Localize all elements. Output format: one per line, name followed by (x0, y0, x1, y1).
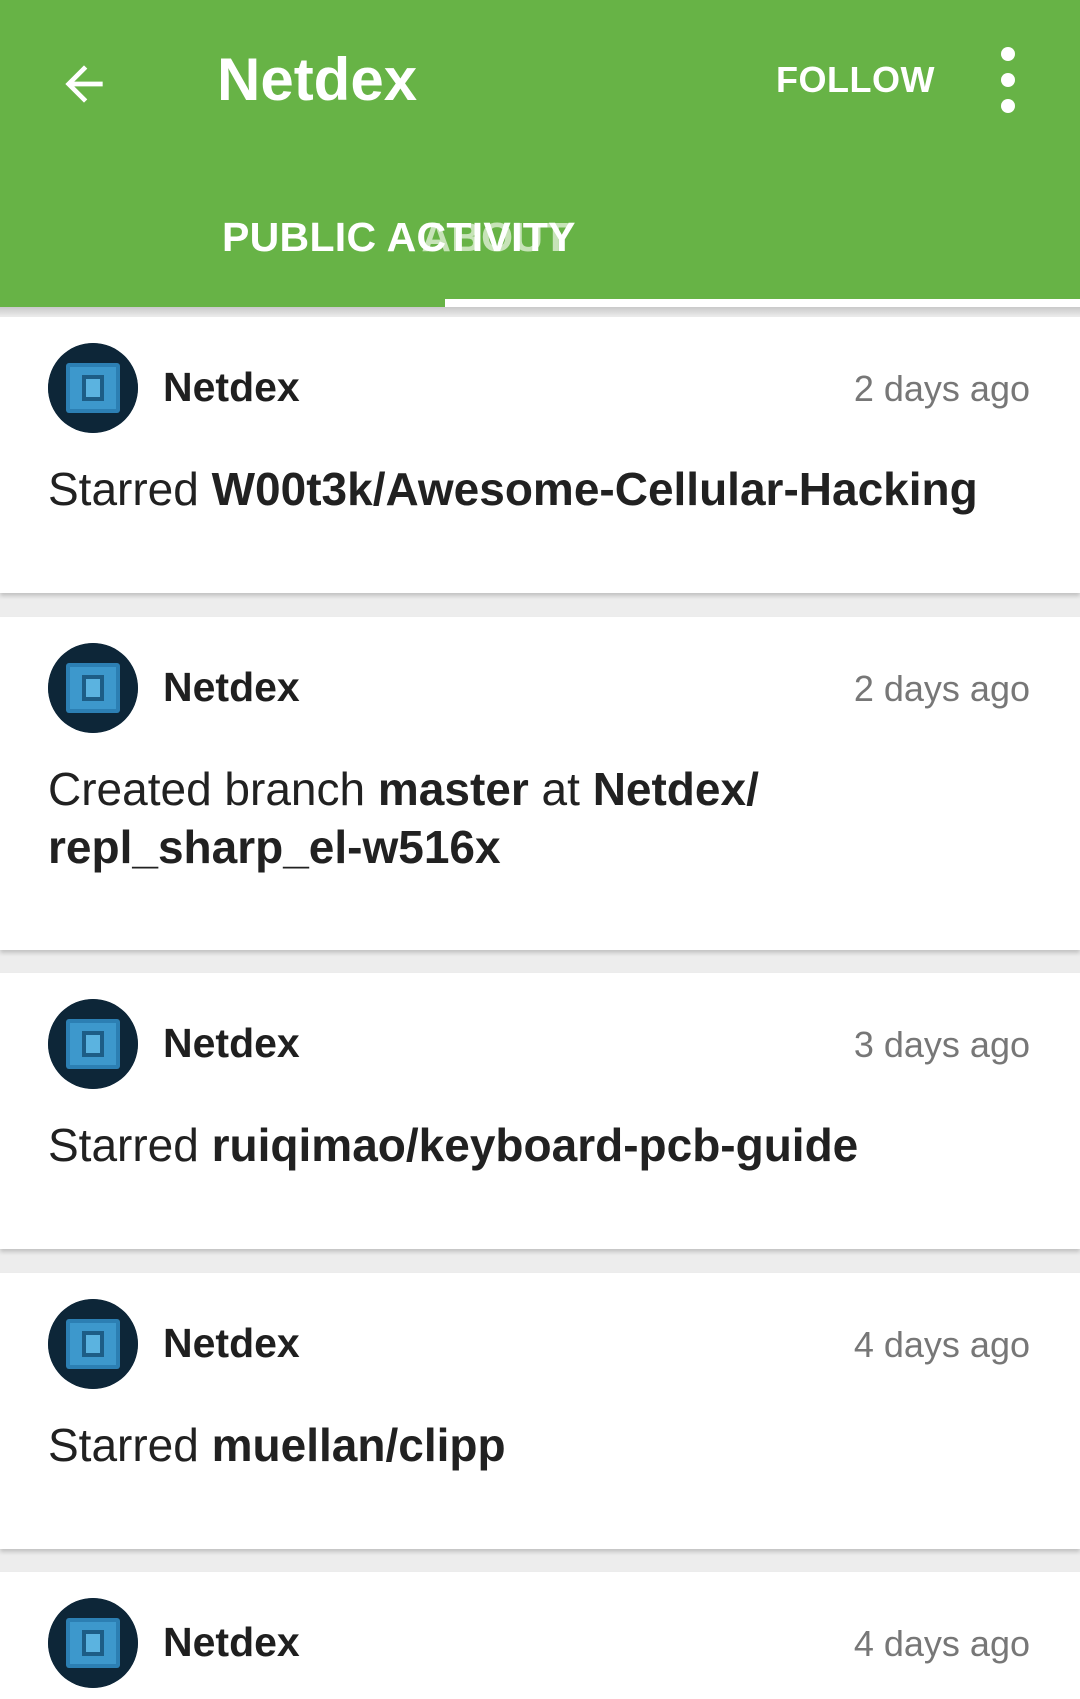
follow-button[interactable]: FOLLOW (776, 52, 935, 108)
event-repo-link[interactable]: ruiqimao/keyboard-pcb-guide (212, 1119, 859, 1171)
event-action: Created branch (48, 763, 378, 815)
avatar[interactable] (48, 643, 138, 733)
app-bar: Netdex FOLLOW ABOUT PUBLIC ACTIVITY (0, 0, 1080, 307)
avatar[interactable] (48, 343, 138, 433)
event-repo-link[interactable]: muellan/clipp (212, 1419, 506, 1471)
event-action: Starred (48, 463, 212, 515)
chip-avatar-icon (48, 999, 138, 1089)
event-description: Starred ruiqimao/keyboard-pcb-guide (48, 1116, 1008, 1174)
back-button[interactable] (40, 40, 128, 128)
event-timestamp: 4 days ago (853, 1324, 1030, 1365)
event-description: Created branch master at Netdex/ repl_sh… (48, 760, 808, 876)
chip-avatar-icon (48, 1299, 138, 1389)
event-connector: at (528, 763, 593, 815)
event-username[interactable]: Netdex (163, 661, 300, 713)
activity-card[interactable]: Netdex 3 days ago Starred ruiqimao/keybo… (0, 973, 1080, 1249)
avatar[interactable] (48, 999, 138, 1089)
arrow-left-icon (65, 65, 103, 103)
more-vert-icon (1001, 47, 1015, 113)
event-timestamp: 2 days ago (853, 368, 1030, 409)
more-options-button[interactable] (976, 40, 1040, 120)
activity-card[interactable]: Netdex 4 days ago (0, 1572, 1080, 1699)
event-username[interactable]: Netdex (163, 1616, 300, 1668)
event-timestamp: 2 days ago (853, 668, 1030, 709)
chip-avatar-icon (48, 343, 138, 433)
activity-card[interactable]: Netdex 2 days ago Starred W00t3k/Awesome… (0, 317, 1080, 593)
avatar[interactable] (48, 1299, 138, 1389)
toolbar: Netdex FOLLOW (0, 0, 1080, 165)
page-title: Netdex (217, 46, 418, 113)
event-timestamp: 3 days ago (853, 1024, 1030, 1065)
event-username[interactable]: Netdex (163, 1017, 300, 1069)
event-username[interactable]: Netdex (163, 361, 300, 413)
avatar[interactable] (48, 1598, 138, 1688)
event-action: Starred (48, 1119, 212, 1171)
chip-avatar-icon (48, 643, 138, 733)
event-repo-link[interactable]: W00t3k/Awesome-Cellular-Hacking (212, 463, 978, 515)
tab-public-activity[interactable]: PUBLIC ACTIVITY (222, 214, 576, 261)
event-branch-link[interactable]: master (378, 763, 529, 815)
app-screen: Netdex FOLLOW ABOUT PUBLIC ACTIVITY Netd… (0, 0, 1080, 1699)
event-description: Starred muellan/clipp (48, 1416, 1008, 1474)
event-timestamp: 4 days ago (853, 1623, 1030, 1664)
event-username[interactable]: Netdex (163, 1317, 300, 1369)
event-action: Starred (48, 1419, 212, 1471)
activity-card[interactable]: Netdex 2 days ago Created branch master … (0, 617, 1080, 950)
tab-bar: ABOUT PUBLIC ACTIVITY (0, 190, 1080, 307)
selected-tab-indicator (445, 299, 1080, 307)
chip-avatar-icon (48, 1598, 138, 1688)
header-shadow (0, 307, 1080, 317)
event-description: Starred W00t3k/Awesome-Cellular-Hacking (48, 460, 1008, 518)
activity-card[interactable]: Netdex 4 days ago Starred muellan/clipp (0, 1273, 1080, 1549)
